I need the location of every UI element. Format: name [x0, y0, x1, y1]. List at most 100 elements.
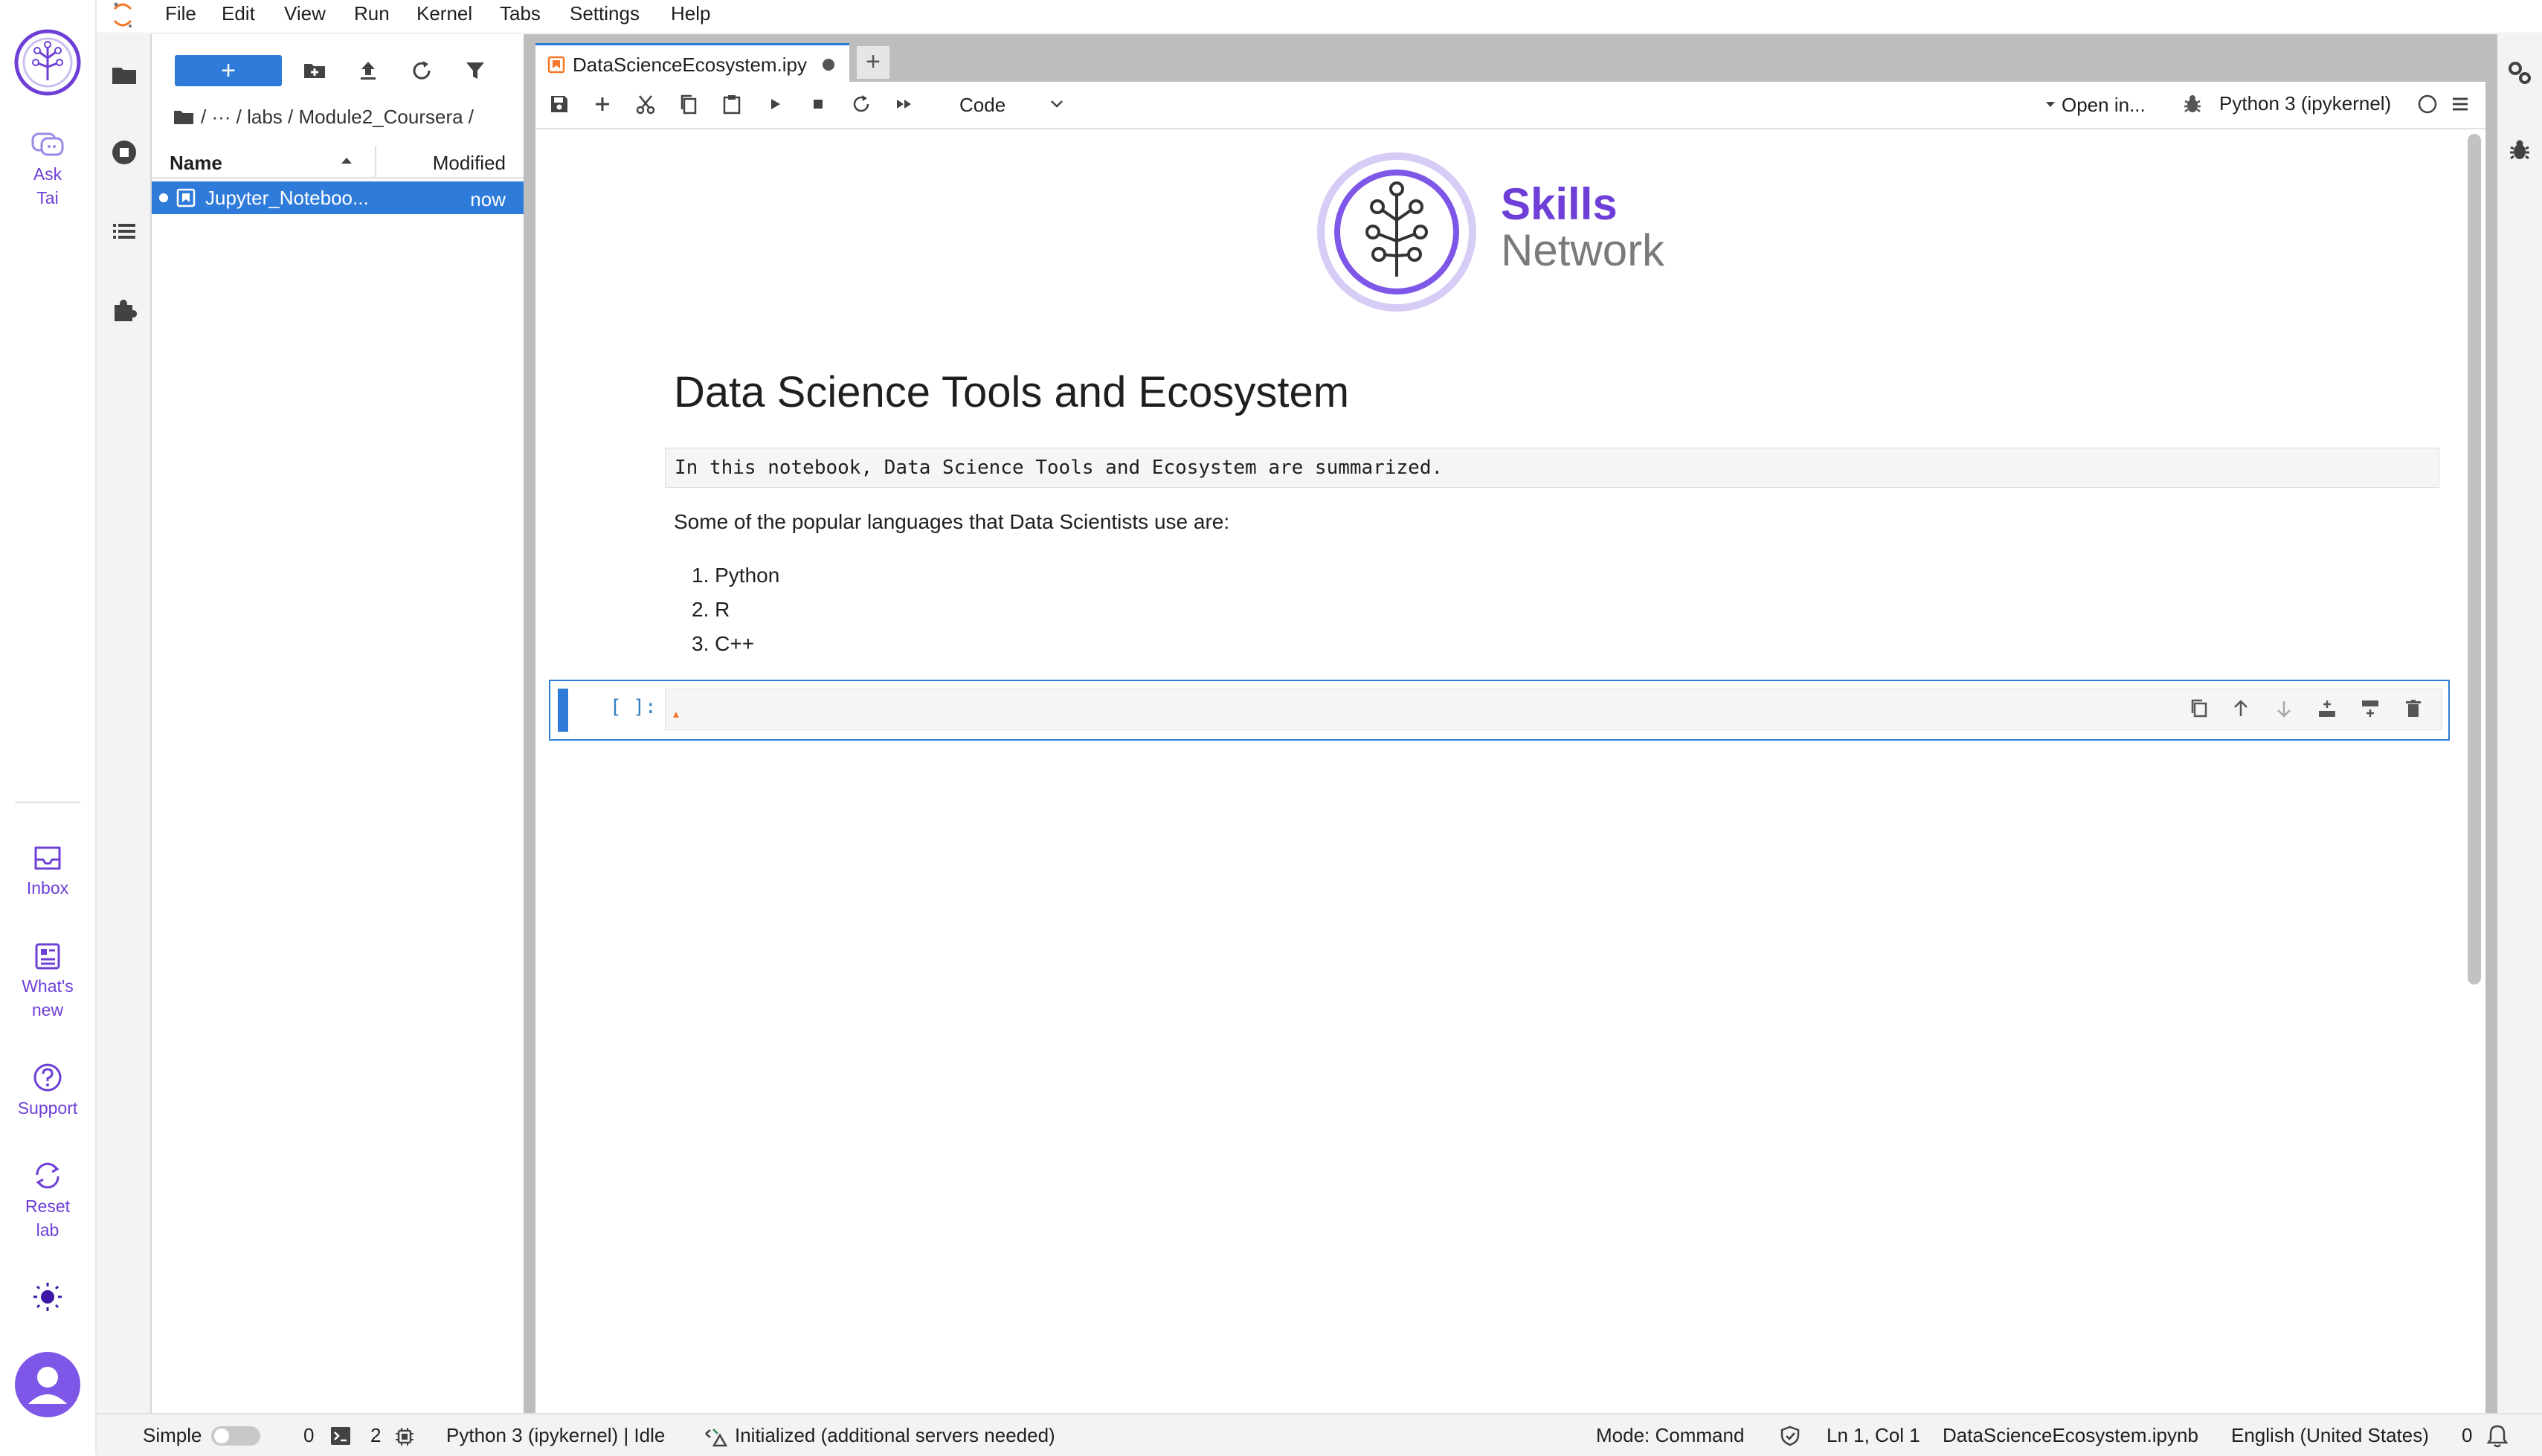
- run-cell-icon[interactable]: [763, 92, 787, 116]
- column-name-header[interactable]: Name: [170, 152, 222, 175]
- interrupt-kernel-stop-icon[interactable]: [806, 92, 830, 116]
- cell-type-select[interactable]: Code: [943, 89, 1077, 119]
- file-browser-panel: [152, 34, 524, 1413]
- lsp-status-icon[interactable]: [704, 1426, 727, 1447]
- upload-icon[interactable]: [355, 58, 381, 83]
- kernel-chip-icon[interactable]: [394, 1426, 415, 1447]
- notification-count[interactable]: 0: [2462, 1424, 2472, 1447]
- notebook-heading: Data Science Tools and Ecosystem: [674, 368, 1350, 416]
- menu-kernel[interactable]: Kernel: [416, 2, 472, 25]
- insert-cell-plus-icon[interactable]: [591, 92, 614, 116]
- notebook-file-icon: [176, 187, 196, 208]
- terminal-icon[interactable]: [330, 1426, 351, 1446]
- toggle-knob: [214, 1428, 229, 1443]
- user-avatar[interactable]: [15, 1352, 80, 1417]
- file-row-selected[interactable]: Jupyter_Noteboo... now: [152, 181, 524, 214]
- panel-splitter[interactable]: [524, 34, 535, 1413]
- menu-run[interactable]: Run: [354, 2, 390, 25]
- move-cell-up-icon[interactable]: [2230, 698, 2252, 720]
- menu-file[interactable]: File: [165, 2, 196, 25]
- breadcrumb[interactable]: / ··· / labs / Module2_Coursera /: [173, 106, 474, 129]
- notebook-menu-hamburger-icon[interactable]: [2448, 92, 2472, 116]
- display-language[interactable]: English (United States): [2231, 1424, 2429, 1447]
- refresh-file-list-icon[interactable]: [409, 58, 434, 83]
- new-launcher-button[interactable]: +: [175, 55, 282, 86]
- restart-run-all-fast-forward-icon[interactable]: [892, 92, 916, 116]
- notebook-right-gutter: [2485, 34, 2497, 1413]
- add-tab-button[interactable]: +: [857, 46, 889, 79]
- caret-down-icon: [2045, 101, 2056, 109]
- support-label: Support: [17, 1098, 78, 1118]
- status-filename: DataScienceEcosystem.ipynb: [1943, 1424, 2198, 1446]
- insert-cell-below-icon[interactable]: [2359, 698, 2381, 720]
- inbox-label: Inbox: [26, 878, 69, 898]
- duplicate-cell-icon[interactable]: [2188, 698, 2210, 720]
- debugger-panel-bug-icon[interactable]: [2506, 137, 2533, 164]
- property-inspector-gears-icon[interactable]: [2506, 59, 2533, 86]
- extension-manager-puzzle-icon[interactable]: [110, 296, 138, 324]
- menu-settings[interactable]: Settings: [570, 2, 640, 25]
- file-modified: now: [470, 188, 506, 210]
- column-modified-header[interactable]: Modified: [433, 152, 506, 175]
- kernels-count[interactable]: 2: [370, 1424, 381, 1447]
- open-in-label: Open in...: [2062, 94, 2146, 116]
- file-list-header: Name Modified: [152, 146, 524, 178]
- theme-toggle-sun-icon[interactable]: [31, 1281, 64, 1313]
- insert-cell-above-icon[interactable]: [2316, 698, 2338, 720]
- whats-new-button[interactable]: What's new: [0, 941, 95, 1022]
- save-icon[interactable]: [547, 92, 571, 116]
- simple-mode-toggle[interactable]: [211, 1426, 260, 1446]
- file-name: Jupyter_Noteboo...: [205, 187, 369, 209]
- terminals-count[interactable]: 0: [303, 1424, 314, 1447]
- tab-datascienceecosystem[interactable]: DataScienceEcosystem.ipy: [535, 43, 849, 83]
- chevron-down-icon: [1049, 97, 1065, 112]
- menu-view[interactable]: View: [284, 2, 326, 25]
- menu-edit[interactable]: Edit: [222, 2, 255, 25]
- code-editor-input[interactable]: [665, 689, 2442, 730]
- reset-lab-label: Reset lab: [25, 1196, 71, 1240]
- cell-type-value: Code: [959, 94, 1006, 116]
- debugger-bug-icon[interactable]: [2181, 92, 2204, 116]
- kernel-name-button[interactable]: Python 3 (ipykernel): [2219, 92, 2391, 115]
- table-of-contents-icon[interactable]: [110, 217, 138, 245]
- menu-help[interactable]: Help: [671, 2, 710, 25]
- breadcrumb-path[interactable]: / ··· / labs / Module2_Coursera /: [201, 106, 474, 128]
- menu-bar: File Edit View Run Kernel Tabs Settings …: [97, 0, 2542, 33]
- support-button[interactable]: Support: [0, 1062, 95, 1120]
- notification-bell-icon[interactable]: [2485, 1423, 2509, 1449]
- lsp-status-text[interactable]: Initialized (additional servers needed): [735, 1424, 1055, 1447]
- ask-tai-button[interactable]: Ask Tai: [0, 131, 95, 210]
- paste-icon[interactable]: [720, 92, 744, 116]
- skills-network-logo-icon[interactable]: [13, 28, 82, 97]
- move-cell-down-icon[interactable]: [2273, 698, 2295, 720]
- unsaved-dot-icon[interactable]: [823, 59, 834, 71]
- cursor-caret: [673, 712, 679, 718]
- list-item-r: 2. R: [692, 598, 730, 621]
- cut-icon[interactable]: [634, 92, 657, 116]
- new-folder-icon[interactable]: [302, 58, 327, 83]
- menu-tabs[interactable]: Tabs: [500, 2, 541, 25]
- copy-icon[interactable]: [677, 92, 701, 116]
- sort-ascending-icon[interactable]: [339, 155, 354, 167]
- reset-lab-button[interactable]: Reset lab: [0, 1160, 95, 1242]
- home-folder-icon[interactable]: [173, 107, 195, 126]
- filter-icon[interactable]: [463, 58, 488, 83]
- delete-cell-trash-icon[interactable]: [2402, 698, 2424, 720]
- kernel-status-text[interactable]: Python 3 (ipykernel) | Idle: [446, 1424, 665, 1447]
- tab-title: DataScienceEcosystem.ipy: [573, 54, 808, 76]
- logo-text-skills: Skills: [1501, 179, 1618, 229]
- notebook-scrollbar[interactable]: [2468, 134, 2481, 985]
- file-browser-folder-icon[interactable]: [110, 61, 138, 89]
- list-item-cpp: 3. C++: [692, 632, 755, 655]
- chat-bubble-icon: [0, 131, 95, 159]
- whats-new-label: What's new: [22, 976, 74, 1019]
- skills-network-logo-image: [1316, 152, 1477, 312]
- cell-collapser[interactable]: [558, 689, 568, 732]
- cursor-position-text[interactable]: Ln 1, Col 1: [1827, 1424, 1920, 1447]
- raw-text-cell[interactable]: In this notebook, Data Science Tools and…: [665, 448, 2439, 488]
- trusted-shield-icon[interactable]: [1779, 1425, 1801, 1447]
- right-activity-bar: [2497, 34, 2542, 1413]
- running-sessions-stop-icon[interactable]: [110, 138, 138, 167]
- restart-kernel-icon[interactable]: [849, 92, 873, 116]
- inbox-button[interactable]: Inbox: [0, 843, 95, 900]
